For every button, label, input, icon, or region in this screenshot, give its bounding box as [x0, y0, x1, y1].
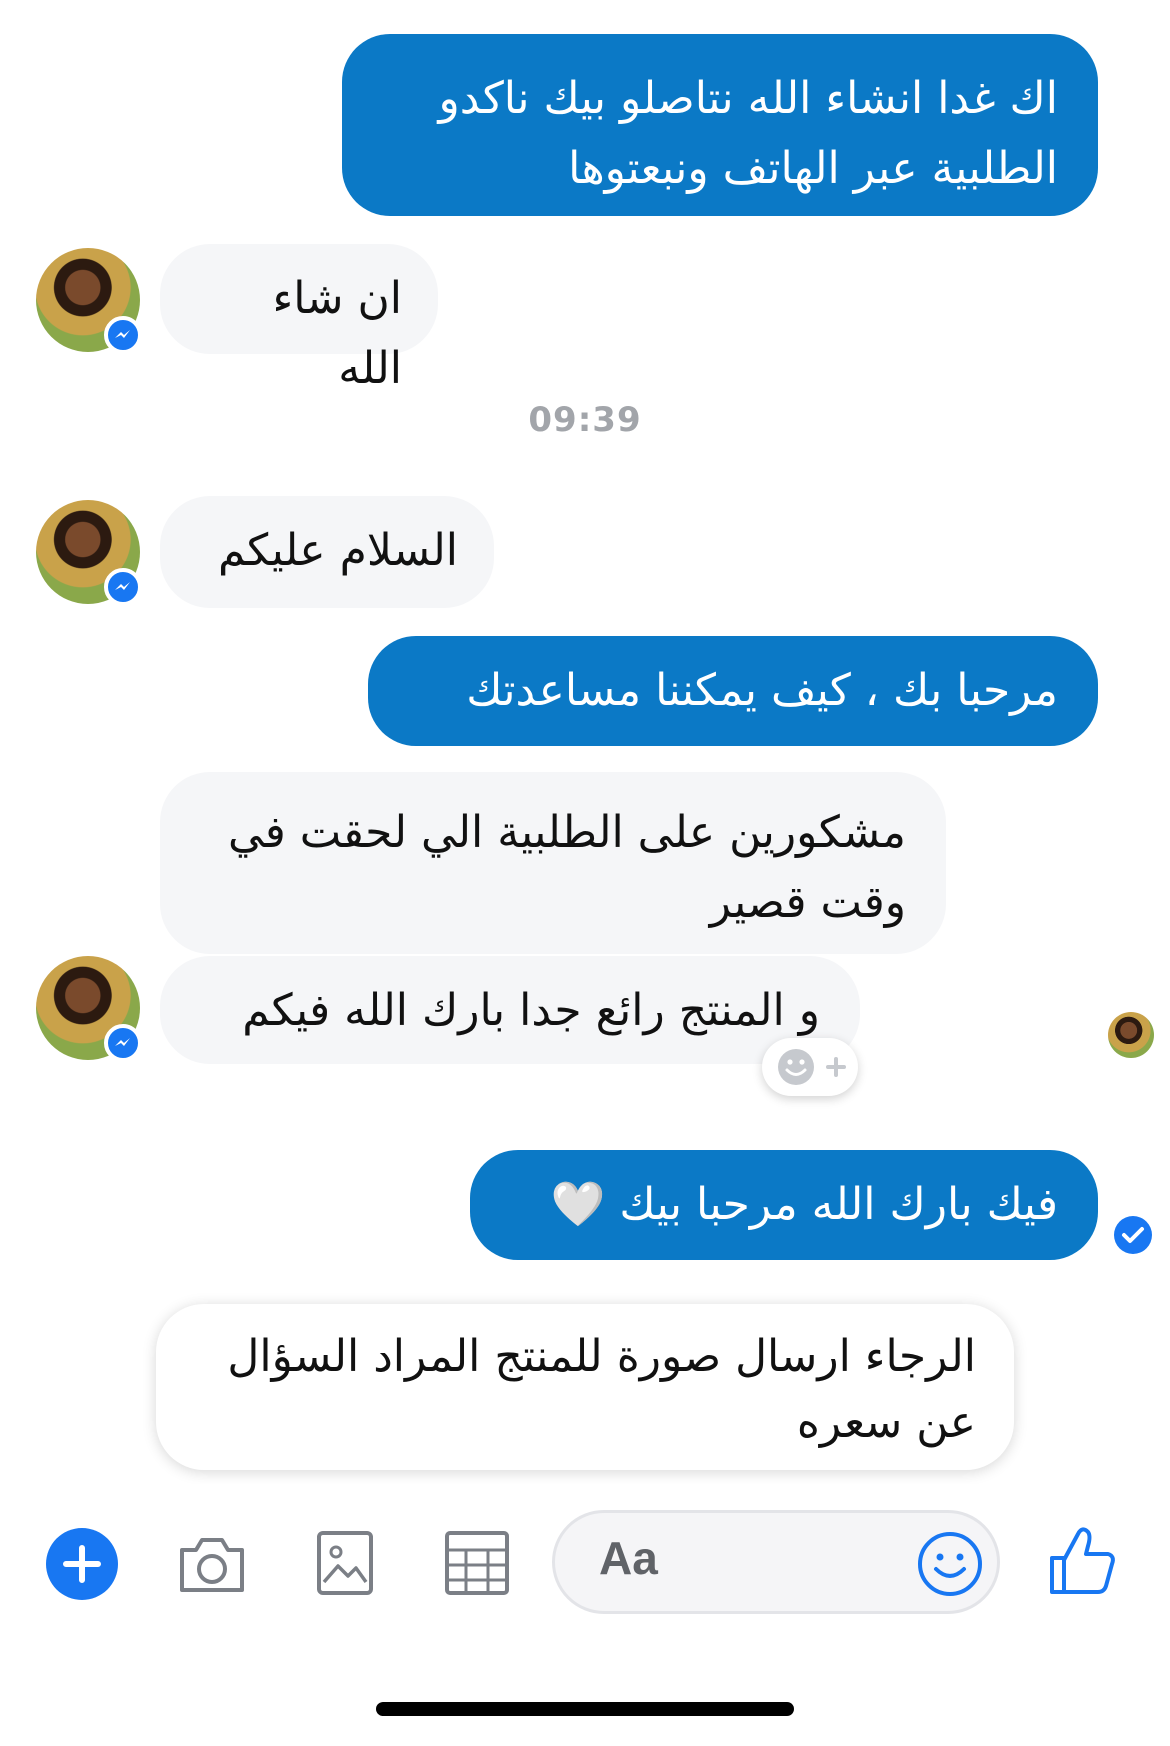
outgoing-message[interactable]: فيك بارك الله مرحبا بيك 🤍 — [470, 1150, 1098, 1260]
incoming-message[interactable]: و المنتج رائع جدا بارك الله فيكم — [160, 956, 860, 1064]
emoji-plus-icon — [778, 1049, 846, 1085]
gallery-icon[interactable] — [316, 1530, 374, 1596]
sent-check-icon — [1114, 1216, 1152, 1254]
like-icon[interactable] — [1048, 1524, 1118, 1596]
read-receipt-avatar — [1108, 1012, 1154, 1058]
message-input-placeholder: Aa — [599, 1532, 658, 1584]
incoming-message[interactable]: مشكورين على الطلبية الي لحقت في وقت قصير — [160, 772, 946, 954]
emoji-icon[interactable] — [917, 1531, 983, 1597]
incoming-message[interactable]: السلام عليكم — [160, 496, 494, 608]
messenger-badge-icon — [104, 568, 142, 606]
plus-icon[interactable] — [44, 1526, 120, 1602]
home-indicator — [376, 1702, 794, 1716]
outgoing-message[interactable]: مرحبا بك ، كيف يمكننا مساعدتك — [368, 636, 1098, 746]
incoming-message[interactable]: ان شاء الله — [160, 244, 438, 394]
sticker-icon[interactable] — [444, 1530, 510, 1596]
outgoing-message[interactable]: اك غدا انشاء الله نتاصلو بيك ناكدو الطلب… — [342, 34, 1098, 216]
message-timestamp: 09:39 — [528, 400, 642, 440]
messenger-badge-icon — [104, 316, 142, 354]
messenger-badge-icon — [104, 1024, 142, 1062]
draft-message[interactable]: الرجاء ارسال صورة للمنتج المراد السؤال ع… — [156, 1304, 1014, 1470]
message-input[interactable]: Aa — [552, 1510, 1000, 1614]
camera-icon[interactable] — [176, 1532, 248, 1596]
add-reaction-button[interactable] — [762, 1038, 858, 1096]
